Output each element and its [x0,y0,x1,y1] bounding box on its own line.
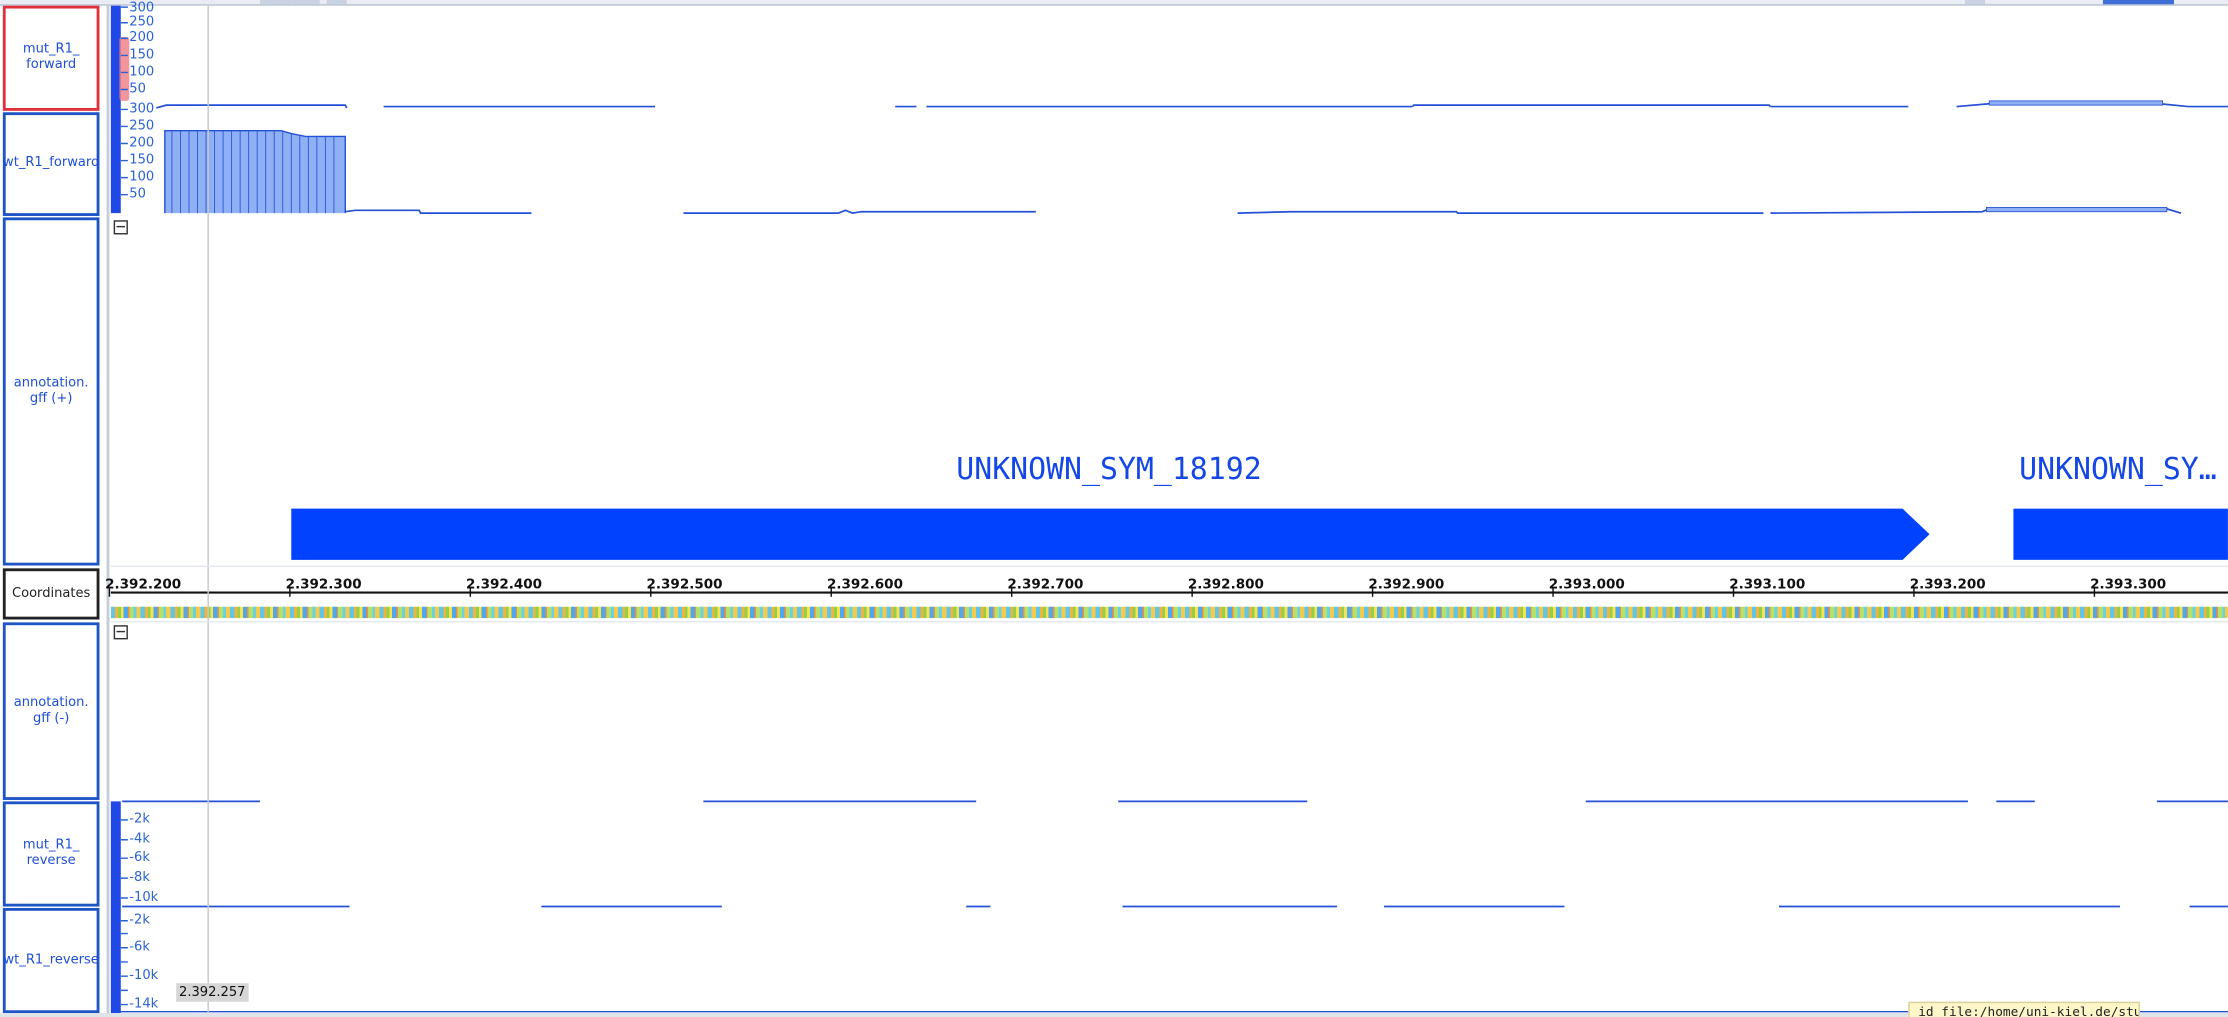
coordinate-label: 2.393.200 [1909,576,1986,593]
track-separator [110,620,2228,623]
genome-browser-view: mut_R1_ forward wt_R1_forward annotation… [0,0,2228,1017]
track-separator [110,565,2228,567]
position-cursor-line [207,5,209,1014]
sequence-strip [110,606,2228,619]
bottom-border [0,1013,2228,1017]
coordinate-label: 2.392.200 [105,576,182,593]
coordinate-label: 2.393.300 [2090,576,2167,593]
coordinate-label: 2.393.000 [1548,576,1625,593]
coordinate-label: 2.392.700 [1007,576,1084,593]
coordinate-label: 2.392.500 [646,576,723,593]
coordinate-label: 2.392.900 [1368,576,1445,593]
coordinate-label: 2.392.600 [826,576,903,593]
cursor-position-label: 2.392.257 [176,983,249,1002]
coordinate-label: 2.392.300 [285,576,362,593]
coordinate-ruler [108,586,2228,597]
coordinate-label: 2.392.400 [466,576,543,593]
coordinate-label: 2.392.800 [1187,576,1264,593]
feature-tooltip: id file:/home/uni-kiel.de/stu2 [1908,1001,2140,1017]
tooltip-text: id file:/home/uni-kiel.de/stu2 [1918,1005,2140,1017]
coordinate-label: 2.393.100 [1729,576,1806,593]
